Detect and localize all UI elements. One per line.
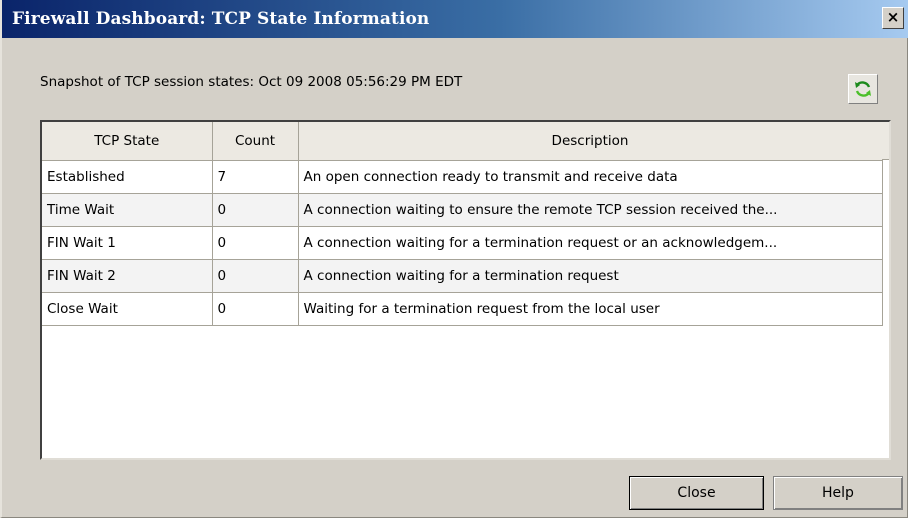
cell-description: A connection waiting to ensure the remot… bbox=[298, 193, 883, 227]
snapshot-label: Snapshot of TCP session states: Oct 09 2… bbox=[40, 74, 463, 90]
refresh-button[interactable] bbox=[848, 74, 878, 104]
cell-state: Time Wait bbox=[42, 193, 213, 227]
cell-state: FIN Wait 1 bbox=[42, 226, 213, 260]
column-header-tcp-state[interactable]: TCP State bbox=[42, 122, 213, 161]
table-row[interactable]: Time Wait 0 A connection waiting to ensu… bbox=[42, 193, 883, 227]
column-header-description[interactable]: Description bbox=[298, 122, 883, 161]
tcp-state-table: TCP State Count Description Established … bbox=[40, 120, 891, 460]
cell-count: 0 bbox=[212, 292, 299, 326]
cell-count: 0 bbox=[212, 259, 299, 293]
cell-state: Close Wait bbox=[42, 292, 213, 326]
cell-state: FIN Wait 2 bbox=[42, 259, 213, 293]
tcp-state-dialog: Firewall Dashboard: TCP State Informatio… bbox=[0, 0, 908, 518]
cell-description: Waiting for a termination request from t… bbox=[298, 292, 883, 326]
cell-state: Established bbox=[42, 160, 213, 194]
title-bar[interactable]: Firewall Dashboard: TCP State Informatio… bbox=[2, 0, 908, 38]
table-row[interactable]: Established 7 An open connection ready t… bbox=[42, 160, 883, 194]
column-header-count[interactable]: Count bbox=[212, 122, 299, 161]
header-filler bbox=[882, 122, 889, 160]
cell-count: 0 bbox=[212, 193, 299, 227]
cell-description: A connection waiting for a termination r… bbox=[298, 226, 883, 260]
close-button[interactable]: Close bbox=[629, 476, 764, 510]
cell-count: 0 bbox=[212, 226, 299, 260]
close-window-button[interactable]: × bbox=[882, 7, 904, 29]
help-button[interactable]: Help bbox=[773, 476, 903, 510]
refresh-icon bbox=[855, 81, 871, 97]
table-row[interactable]: FIN Wait 2 0 A connection waiting for a … bbox=[42, 259, 883, 293]
cell-count: 7 bbox=[212, 160, 299, 194]
window-title: Firewall Dashboard: TCP State Informatio… bbox=[12, 9, 430, 29]
table-row[interactable]: Close Wait 0 Waiting for a termination r… bbox=[42, 292, 883, 326]
table-row[interactable]: FIN Wait 1 0 A connection waiting for a … bbox=[42, 226, 883, 260]
cell-description: A connection waiting for a termination r… bbox=[298, 259, 883, 293]
table-header-row: TCP State Count Description bbox=[42, 122, 883, 161]
cell-description: An open connection ready to transmit and… bbox=[298, 160, 883, 194]
